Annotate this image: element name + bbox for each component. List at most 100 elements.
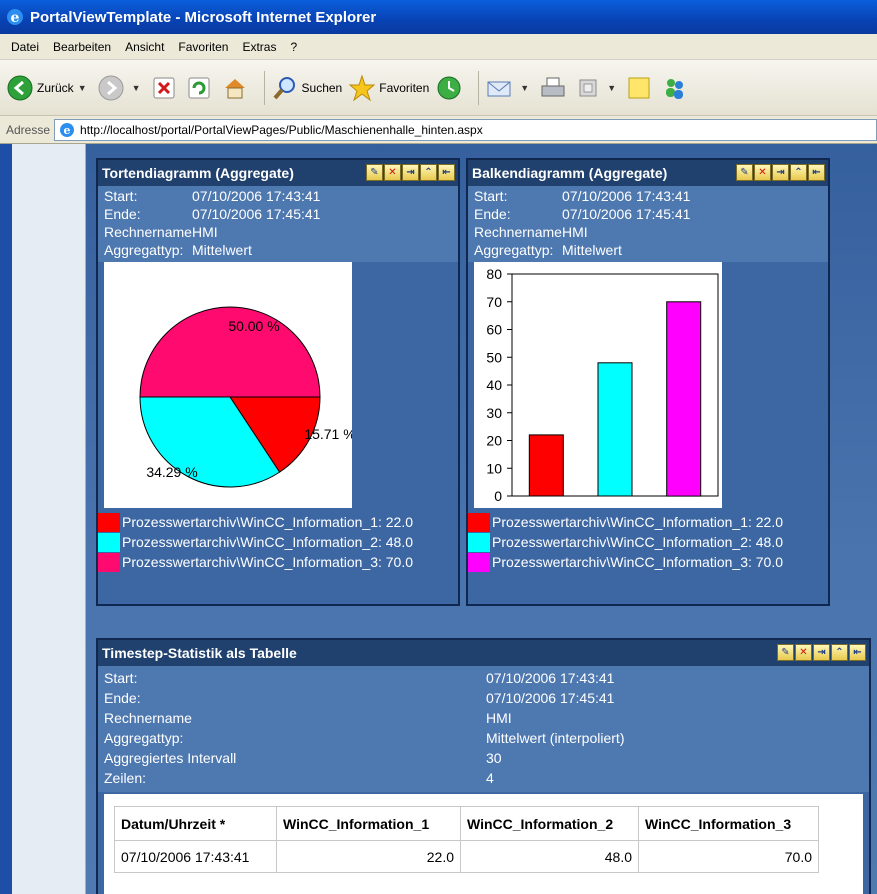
svg-text:e: e — [64, 124, 71, 137]
back-dropdown-icon[interactable]: ▼ — [78, 83, 87, 93]
pie-legend: Prozesswertarchiv\WinCC_Information_1: 2… — [98, 512, 458, 572]
search-button[interactable]: Suchen — [271, 74, 342, 102]
stop-icon — [153, 77, 175, 98]
history-button[interactable] — [435, 74, 466, 102]
refresh-button[interactable] — [186, 75, 215, 101]
stop-button[interactable] — [151, 75, 180, 101]
move-icon[interactable]: ⇥ — [813, 644, 830, 661]
edit-icon[interactable]: ✎ — [736, 164, 753, 181]
menu-bearbeiten[interactable]: Bearbeiten — [46, 40, 118, 54]
info-row: Start: 07/10/2006 17:43:41 — [104, 670, 615, 686]
search-icon — [273, 76, 295, 99]
pie-chart: 15.71 % 34.29 % 50.00 % — [139, 306, 356, 488]
back-arrow-icon — [7, 75, 33, 100]
messenger-icon — [666, 78, 684, 99]
bar — [597, 362, 633, 497]
messenger-button[interactable] — [661, 74, 692, 102]
menu-help[interactable]: ? — [283, 40, 304, 54]
y-tick-label: 10 — [486, 460, 502, 476]
info-row: Start: 07/10/2006 17:43:41 — [474, 188, 691, 204]
mail-dropdown-icon[interactable]: ▼ — [520, 83, 529, 93]
table-wrapper: Datum/Uhrzeit * WinCC_Information_1 WinC… — [104, 794, 863, 894]
menu-bar: Datei Bearbeiten Ansicht Favoriten Extra… — [0, 34, 877, 60]
address-label: Adresse — [6, 122, 51, 137]
edit-button[interactable]: ▼ — [576, 76, 620, 100]
close-icon[interactable]: ✕ — [384, 164, 401, 181]
collapse-icon[interactable]: ⌃ — [831, 644, 848, 661]
info-row: Rechnername HMI — [104, 224, 218, 240]
info-row: Rechnername HMI — [474, 224, 588, 240]
collapse-icon[interactable]: ⌃ — [790, 164, 807, 181]
info-row: Aggregiertes Intervall 30 — [104, 750, 502, 766]
y-tick-label: 50 — [486, 349, 502, 365]
toolbar-separator — [263, 70, 265, 105]
edit-icon[interactable]: ✎ — [777, 644, 794, 661]
home-icon — [224, 78, 245, 98]
pie-slice-label: 15.71 % — [304, 426, 352, 442]
title-bar: e PortalViewTemplate - Microsoft Interne… — [0, 0, 877, 34]
column-header-info2[interactable]: WinCC_Information_2 — [460, 806, 639, 841]
table-cell: 48.0 — [460, 840, 639, 873]
table-cell: 70.0 — [638, 840, 819, 873]
pie-slice-label: 50.00 % — [228, 318, 279, 334]
close-icon[interactable]: ✕ — [795, 644, 812, 661]
forward-button[interactable]: ▼ — [97, 74, 145, 102]
print-button[interactable] — [539, 74, 570, 102]
info-row: Start: 07/10/2006 17:43:41 — [104, 188, 321, 204]
bar-panel-header: Balkendiagramm (Aggregate) ✎ ✕ ⇥ ⌃ ⇤ — [468, 160, 828, 186]
portal-area: Tortendiagramm (Aggregate) ✎ ✕ ⇥ ⌃ ⇤ Sta… — [86, 144, 877, 894]
notes-button[interactable] — [626, 75, 655, 101]
forward-dropdown-icon[interactable]: ▼ — [132, 83, 141, 93]
address-bar: Adresse e http://localhost/portal/Portal… — [0, 116, 877, 144]
info-row: Aggregattyp: Mittelwert (interpoliert) — [104, 730, 625, 746]
legend-item: Prozesswertarchiv\WinCC_Information_2: 4… — [468, 532, 828, 552]
expand-icon[interactable]: ⇤ — [849, 644, 866, 661]
ie-icon: e — [7, 9, 23, 26]
y-tick-label: 80 — [486, 266, 502, 282]
legend-item: Prozesswertarchiv\WinCC_Information_1: 2… — [468, 512, 828, 532]
pie-panel: Tortendiagramm (Aggregate) ✎ ✕ ⇥ ⌃ ⇤ Sta… — [96, 158, 460, 606]
menu-datei[interactable]: Datei — [4, 40, 46, 54]
menu-ansicht[interactable]: Ansicht — [118, 40, 171, 54]
collapse-icon[interactable]: ⌃ — [420, 164, 437, 181]
address-input[interactable]: e http://localhost/portal/PortalViewPage… — [54, 118, 877, 141]
edit-dropdown-icon[interactable]: ▼ — [607, 83, 616, 93]
home-button[interactable] — [221, 74, 252, 102]
y-tick-label: 20 — [486, 433, 502, 449]
left-strip — [0, 144, 86, 894]
table-cell: 22.0 — [276, 840, 461, 873]
bar — [666, 301, 702, 497]
bar-legend: Prozesswertarchiv\WinCC_Information_1: 2… — [468, 512, 828, 572]
column-header-info1[interactable]: WinCC_Information_1 — [276, 806, 461, 841]
legend-swatch — [98, 532, 120, 552]
left-accent — [0, 144, 12, 894]
table-row: 07/10/2006 17:43:41 22.0 48.0 70.0 — [114, 840, 819, 873]
table-panel-controls: ✎ ✕ ⇥ ⌃ ⇤ — [776, 644, 866, 661]
close-icon[interactable]: ✕ — [754, 164, 771, 181]
favorites-button[interactable]: Favoriten — [348, 73, 429, 102]
expand-icon[interactable]: ⇤ — [808, 164, 825, 181]
y-tick-label: 40 — [486, 377, 502, 393]
table-header-row: Datum/Uhrzeit * WinCC_Information_1 WinC… — [114, 806, 819, 841]
menu-extras[interactable]: Extras — [235, 40, 283, 54]
column-header-datetime[interactable]: Datum/Uhrzeit * — [114, 806, 277, 841]
pie-chart-area: 15.71 % 34.29 % 50.00 % — [104, 262, 356, 508]
bar-chart-area: 0 10 20 30 40 50 60 70 80 — [474, 262, 722, 508]
bar-panel: Balkendiagramm (Aggregate) ✎ ✕ ⇥ ⌃ ⇤ Sta… — [466, 158, 830, 606]
back-button[interactable]: Zurück ▼ — [6, 74, 91, 102]
page-icon: e — [60, 122, 75, 137]
column-header-info3[interactable]: WinCC_Information_3 — [638, 806, 819, 841]
pie-slice-label: 34.29 % — [146, 464, 197, 480]
edit-icon[interactable]: ✎ — [366, 164, 383, 181]
bar — [528, 434, 564, 497]
svg-text:e: e — [11, 10, 20, 26]
mail-button[interactable]: ▼ — [485, 74, 533, 102]
history-icon — [437, 76, 461, 99]
move-icon[interactable]: ⇥ — [402, 164, 419, 181]
move-icon[interactable]: ⇥ — [772, 164, 789, 181]
menu-favoriten[interactable]: Favoriten — [171, 40, 235, 54]
pie-panel-header: Tortendiagramm (Aggregate) ✎ ✕ ⇥ ⌃ ⇤ — [98, 160, 458, 186]
info-row: Aggregattyp: Mittelwert — [104, 242, 252, 258]
expand-icon[interactable]: ⇤ — [438, 164, 455, 181]
mail-icon — [487, 81, 511, 96]
